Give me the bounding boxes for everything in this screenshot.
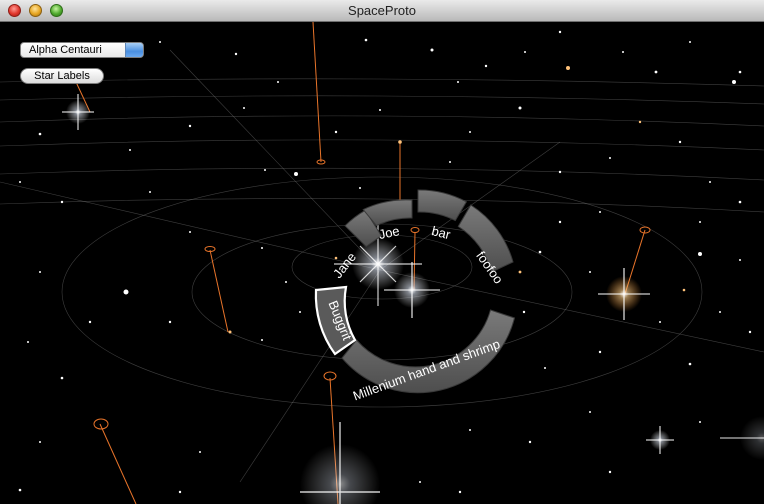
pie-label-bar: bar	[430, 223, 453, 242]
window-title: SpaceProto	[348, 3, 416, 18]
space-viewport[interactable]: Jane Joe bar foofoo Millenium hand and s…	[0, 22, 764, 504]
star-selector-value: Alpha Centauri	[29, 44, 102, 56]
star-selector-popup[interactable]: Alpha Centauri	[20, 42, 144, 58]
pie-label-joe: Joe	[377, 223, 401, 242]
pie-item-bar[interactable]	[417, 189, 468, 222]
star-labels-button[interactable]: Star Labels	[20, 68, 104, 84]
app-window: SpaceProto Jane Joe bar foofoo Millenium…	[0, 0, 764, 504]
starfield-scene[interactable]: Jane Joe bar foofoo Millenium hand and s…	[0, 22, 764, 504]
popup-arrows-icon	[125, 43, 143, 57]
title-bar: SpaceProto	[0, 0, 764, 22]
bright-stars	[62, 94, 764, 504]
